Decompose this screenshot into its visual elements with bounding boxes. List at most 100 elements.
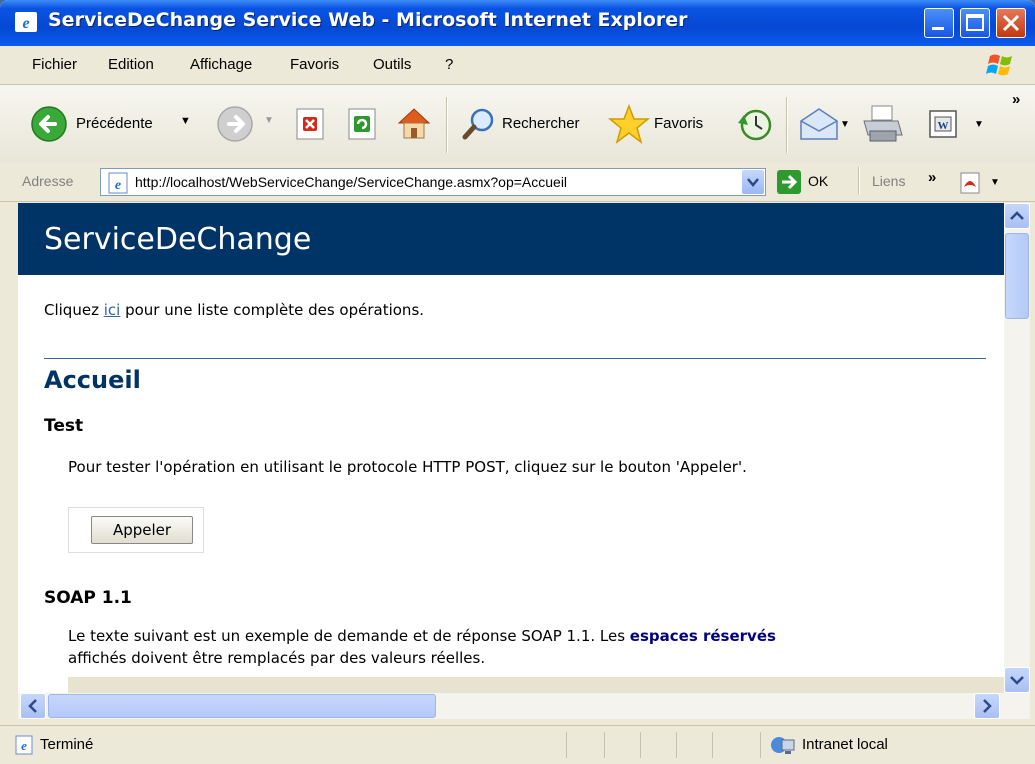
scroll-left-button[interactable] [20,693,46,719]
soap-sample-box [68,677,1004,693]
service-title: ServiceDeChange [44,222,312,257]
status-cell [760,732,761,758]
stop-button[interactable] [294,107,328,141]
address-input[interactable]: e http://localhost/WebServiceChange/Serv… [100,168,766,196]
search-button[interactable]: Rechercher [460,105,598,145]
soap-text: Le texte suivant est un exemple de deman… [68,627,630,645]
menu-help[interactable]: ? [445,56,453,73]
mail-button[interactable] [798,105,840,145]
status-cell [566,732,567,758]
operation-title: Accueil [44,366,141,394]
close-button[interactable] [996,8,1026,38]
ie-logo-icon: e [15,12,37,32]
invoke-form: Appeler [68,507,204,553]
vertical-scrollbar[interactable] [1004,203,1030,693]
chevron-right-icon [983,699,992,713]
svg-text:e: e [22,15,29,32]
ie-window: e ServiceDeChange Service Web - Microsof… [0,0,1035,764]
menu-edition[interactable]: Edition [108,56,154,73]
word-edit-button[interactable]: W [928,109,958,139]
status-bar: e Terminé Intranet local [0,725,1035,764]
go-label: OK [808,173,829,189]
links-label[interactable]: Liens [872,173,905,189]
print-button[interactable] [860,103,906,145]
home-button[interactable] [394,103,434,143]
menu-affichage[interactable]: Affichage [190,56,252,73]
intro-text: Cliquez ici pour une liste complète des … [44,301,424,319]
invoke-button[interactable]: Appeler [91,516,193,544]
back-dropdown-icon[interactable]: ▼ [180,115,191,127]
scroll-down-button[interactable] [1004,667,1030,693]
minimize-icon [932,27,944,30]
svg-text:e: e [115,178,121,193]
page-banner: ServiceDeChange [18,203,1004,275]
address-dropdown-button[interactable] [742,170,764,194]
mail-dropdown-icon[interactable]: ▼ [840,119,850,130]
toolbar-more-icon[interactable]: » [1012,91,1020,108]
search-icon [462,108,494,140]
close-icon [1002,14,1020,32]
chevron-down-icon [1010,676,1024,685]
toolbar-separator [786,97,788,153]
menu-fichier[interactable]: Fichier [32,56,77,73]
svg-text:e: e [21,738,27,753]
scroll-up-button[interactable] [1004,203,1030,229]
address-label: Adresse [22,173,74,189]
window-frame-right [1030,203,1035,725]
title-bar[interactable]: e ServiceDeChange Service Web - Microsof… [0,0,1035,46]
maximize-button[interactable] [960,8,990,38]
window-frame-left [0,203,18,725]
toolbar-separator [446,97,448,153]
back-arrow-icon [31,106,67,142]
intranet-zone-icon [771,737,795,754]
star-icon [608,103,650,144]
edit-dropdown-icon[interactable]: ▼ [974,119,984,130]
status-cell [604,732,605,758]
chevron-down-icon [747,178,759,187]
status-cell [712,732,713,758]
horizontal-scrollbar[interactable] [18,693,1030,719]
menu-bar: Fichier Edition Affichage Favoris Outils… [0,46,1035,85]
address-url: http://localhost/WebServiceChange/Servic… [135,174,568,190]
test-description: Pour tester l'opération en utilisant le … [68,458,747,476]
svg-text:W: W [938,120,949,132]
intro-suffix: pour une liste complète des opérations. [120,301,425,319]
test-heading: Test [44,416,84,436]
back-button[interactable]: Précédente ▼ [30,105,205,145]
scroll-right-button[interactable] [974,693,1000,719]
address-separator [858,167,860,195]
go-arrow-icon [777,170,801,194]
pdf-icon[interactable] [958,171,984,195]
page-content: ServiceDeChange Cliquez ici pour une lis… [18,203,1004,693]
forward-button[interactable] [216,105,254,143]
horizontal-scroll-thumb[interactable] [48,694,436,718]
page-icon: e [108,172,128,194]
placeholders-link[interactable]: espaces réservés [630,627,776,645]
menu-outils[interactable]: Outils [373,56,411,73]
chevron-up-icon [1010,211,1024,220]
forward-dropdown-icon[interactable]: ▼ [264,115,274,126]
pdf-dropdown-icon[interactable]: ▼ [990,177,1000,188]
windows-logo-icon [986,54,1012,76]
vertical-scroll-thumb[interactable] [1005,233,1029,319]
links-more-icon[interactable]: » [928,169,936,186]
status-text: Terminé [40,736,94,753]
minimize-button[interactable] [924,8,954,38]
back-label: Précédente [76,115,153,132]
security-zone-text: Intranet local [802,736,888,753]
soap-description-line1: Le texte suivant est un exemple de deman… [68,627,776,645]
operations-list-link[interactable]: ici [104,301,121,319]
soap-description-line2: affichés doivent être remplacés par des … [68,649,486,667]
history-button[interactable] [734,105,774,145]
address-bar: Adresse e http://localhost/WebServiceCha… [0,163,1035,202]
favorites-button[interactable]: Favoris [608,103,720,147]
page-done-icon: e [15,735,33,755]
standard-toolbar: Précédente ▼ ▼ Rechercher Favoris ▼ W ▼ … [0,85,1035,164]
soap-heading: SOAP 1.1 [44,588,132,608]
maximize-icon [966,14,984,31]
menu-favoris[interactable]: Favoris [290,56,339,73]
go-button[interactable]: OK [776,168,842,196]
status-cell [676,732,677,758]
refresh-button[interactable] [346,107,380,141]
divider [44,358,986,359]
